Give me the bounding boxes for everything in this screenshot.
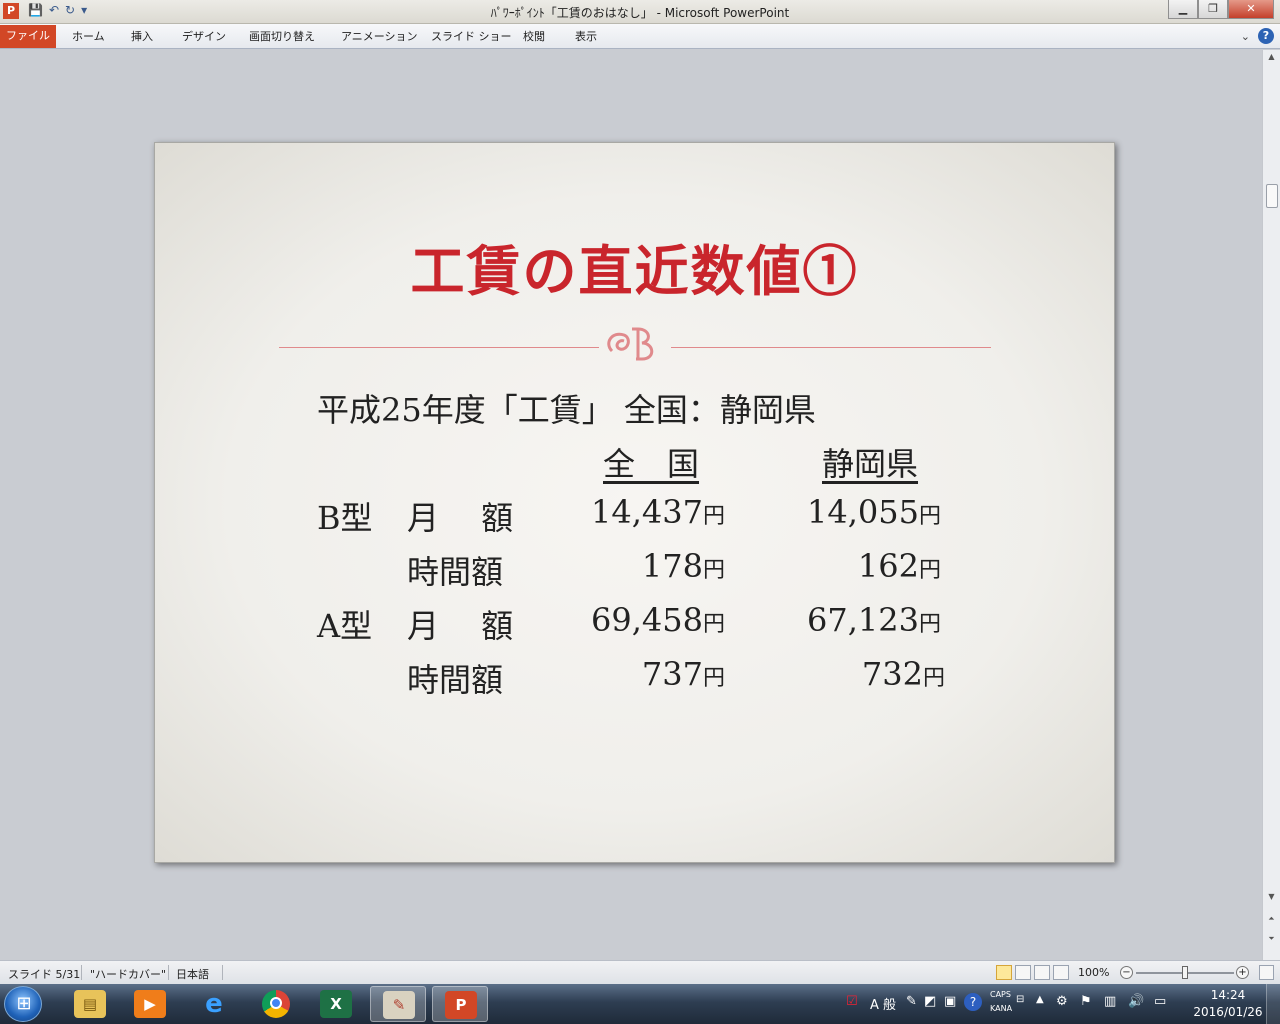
title-bar: P 💾 ↶ ↻ ▾ ﾊﾟﾜｰﾎﾟｲﾝﾄ「工賃のおはなし」 - Microsoft… xyxy=(0,0,1280,24)
show-hidden-icons[interactable]: ▲ xyxy=(1036,994,1044,1005)
ime-pad-icon[interactable]: ▣ xyxy=(944,994,956,1009)
zoom-out-icon[interactable]: − xyxy=(1120,966,1133,979)
language-indicator[interactable]: 日本語 xyxy=(176,966,209,982)
ime-options-icon[interactable]: ⊟ xyxy=(1016,994,1024,1005)
tab-home[interactable]: ホーム xyxy=(72,28,105,44)
close-button[interactable]: ✕ xyxy=(1228,0,1274,19)
window-title: ﾊﾟﾜｰﾎﾟｲﾝﾄ「工賃のおはなし」 - Microsoft PowerPoin… xyxy=(490,6,790,20)
value-shizuoka: 162円 xyxy=(857,547,941,585)
powerpoint-icon: P xyxy=(445,991,477,1019)
value-national: 14,437円 xyxy=(591,493,725,531)
internet-explorer-icon: e xyxy=(205,989,223,1019)
tab-animations[interactable]: アニメーション xyxy=(341,28,418,44)
value-shizuoka: 67,123円 xyxy=(807,601,941,639)
taskbar-file-explorer[interactable]: ▤ xyxy=(62,986,118,1022)
media-player-icon: ▶ xyxy=(134,990,166,1018)
zoom-level[interactable]: 100% xyxy=(1078,966,1109,979)
row-label: 月 額 xyxy=(407,499,514,537)
caps-indicator: CAPS xyxy=(990,990,1011,999)
clock-time[interactable]: 14:24 xyxy=(1200,988,1256,1002)
slide-show-view-icon[interactable] xyxy=(1053,965,1069,980)
restore-button[interactable]: ❐ xyxy=(1198,0,1228,19)
vertical-scrollbar[interactable]: ▲ ▼ ⏶ ⏷ xyxy=(1262,50,1280,960)
subheading: 平成25年度「工賃」 全国：静岡県 xyxy=(317,391,816,429)
slide-counter[interactable]: スライド 5/31 xyxy=(8,966,80,982)
taskbar-powerpoint[interactable]: P xyxy=(432,986,488,1022)
windows-taskbar: ▤ ▶ e X ✎ P ☑ A 般 ✎ ◩ ▣ ? CAPS KANA ⊟ ▲ … xyxy=(0,984,1280,1024)
theme-name[interactable]: "ハードカバー" xyxy=(90,966,166,982)
scroll-up-arrow-icon[interactable]: ▲ xyxy=(1263,52,1280,61)
folder-icon: ▤ xyxy=(74,990,106,1018)
taskbar-paint[interactable]: ✎ xyxy=(370,986,426,1022)
security-icon[interactable]: ☑ xyxy=(846,994,858,1009)
kana-indicator: KANA xyxy=(990,1004,1013,1013)
value-national: 69,458円 xyxy=(591,601,725,639)
column-header-shizuoka: 静岡県 xyxy=(822,445,919,483)
ime-dictionary-icon[interactable]: ✎ xyxy=(906,994,917,1009)
taskbar-excel[interactable]: X xyxy=(308,986,364,1022)
tab-transitions[interactable]: 画面切り替え xyxy=(249,28,315,44)
tab-review[interactable]: 校閲 xyxy=(523,28,545,44)
network-icon[interactable]: ▥ xyxy=(1104,994,1116,1009)
action-center-flag-icon[interactable]: ⚑ xyxy=(1080,994,1092,1009)
volume-icon[interactable]: 🔊 xyxy=(1128,994,1144,1009)
safely-remove-icon[interactable]: ⚙ xyxy=(1056,994,1068,1009)
row-label: 月 額 xyxy=(407,607,514,645)
value-shizuoka: 732円 xyxy=(861,655,945,693)
tab-insert[interactable]: 挿入 xyxy=(131,28,153,44)
help-icon[interactable]: ? xyxy=(1258,28,1274,44)
taskbar-chrome[interactable] xyxy=(248,986,304,1022)
scrollbar-thumb[interactable] xyxy=(1266,184,1278,208)
value-national: 178円 xyxy=(641,547,725,585)
normal-view-icon[interactable] xyxy=(996,965,1012,980)
paint-palette-icon: ✎ xyxy=(383,991,415,1019)
tab-file[interactable]: ファイル xyxy=(0,25,56,48)
value-national: 737円 xyxy=(641,655,725,693)
row-label: 時間額 xyxy=(407,553,504,591)
zoom-in-icon[interactable]: + xyxy=(1236,966,1249,979)
slide-title[interactable]: 工賃の直近数値① xyxy=(155,227,1114,306)
divider-line-right xyxy=(671,347,991,348)
fit-slide-icon[interactable] xyxy=(1259,965,1274,980)
scroll-down-arrow-icon[interactable]: ▼ xyxy=(1263,892,1280,901)
row-type: A型 xyxy=(317,607,373,645)
clock-date[interactable]: 2016/01/26 xyxy=(1190,1005,1266,1019)
window-controls: ▁ ❐ ✕ xyxy=(1168,0,1274,19)
minimize-button[interactable]: ▁ xyxy=(1168,0,1198,19)
ime-help-icon[interactable]: ? xyxy=(964,993,982,1011)
zoom-slider-thumb[interactable] xyxy=(1182,966,1188,979)
ribbon-tab-bar: ファイル ホーム 挿入 デザイン 画面切り替え アニメーション スライド ショー… xyxy=(0,24,1280,49)
excel-icon: X xyxy=(320,990,352,1018)
divider-line-left xyxy=(279,347,599,348)
row-label: 時間額 xyxy=(407,661,504,699)
ime-tool-icon[interactable]: ◩ xyxy=(924,994,936,1009)
tab-view[interactable]: 表示 xyxy=(575,28,597,44)
previous-slide-icon[interactable]: ⏶ xyxy=(1263,914,1280,924)
status-bar: スライド 5/31 "ハードカバー" 日本語 100% − + xyxy=(0,960,1280,984)
taskbar-internet-explorer[interactable]: e xyxy=(186,986,242,1022)
value-shizuoka: 14,055円 xyxy=(807,493,941,531)
slide[interactable]: 工賃の直近数値① 平成25年度「工賃」 全国：静岡県 全 国 静岡県 B型 月 … xyxy=(154,142,1115,863)
next-slide-icon[interactable]: ⏷ xyxy=(1263,934,1280,944)
slide-sorter-view-icon[interactable] xyxy=(1015,965,1031,980)
tab-slide-show[interactable]: スライド ショー xyxy=(431,28,512,44)
minimize-ribbon-icon[interactable]: ⌄ xyxy=(1241,30,1250,43)
flourish-ornament-icon xyxy=(607,327,654,361)
chrome-icon xyxy=(262,990,290,1018)
show-desktop-button[interactable] xyxy=(1266,984,1280,1024)
tab-design[interactable]: デザイン xyxy=(182,28,226,44)
display-icon[interactable]: ▭ xyxy=(1154,994,1166,1009)
column-header-national: 全 国 xyxy=(603,445,700,483)
reading-view-icon[interactable] xyxy=(1034,965,1050,980)
start-button-icon[interactable] xyxy=(4,986,43,1022)
row-type: B型 xyxy=(317,499,373,537)
ime-mode-indicator[interactable]: A 般 xyxy=(870,994,896,1013)
taskbar-media-player[interactable]: ▶ xyxy=(122,986,178,1022)
